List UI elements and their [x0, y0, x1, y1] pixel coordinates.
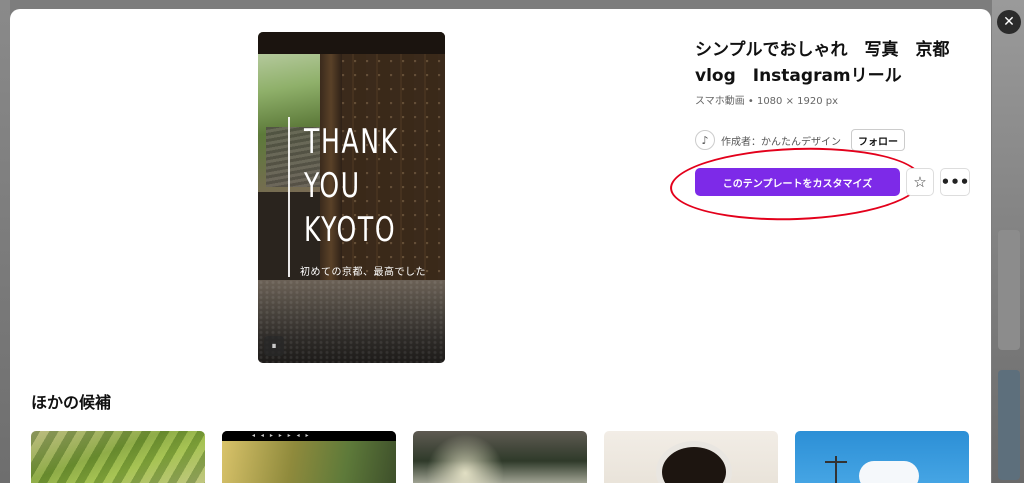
more-icon: •••: [940, 173, 970, 191]
preview-image-ground: [258, 280, 445, 363]
customize-template-button[interactable]: このテンプレートをカスタマイズ: [695, 168, 900, 196]
background-thumbnail: [998, 370, 1020, 480]
template-modal: THANK YOU KYOTO 初めての京都、最高でした ⏸ シンプルでおしゃれ…: [10, 9, 991, 483]
close-icon: ✕: [1003, 14, 1015, 30]
avatar-icon: ♪: [701, 133, 709, 147]
related-template-thumbnail[interactable]: ◂ ◂ ▸ ▸ ▸ ◂ ▸: [222, 431, 396, 483]
favorite-button[interactable]: ☆: [906, 168, 934, 196]
close-button[interactable]: ✕: [997, 10, 1021, 34]
related-template-thumbnail[interactable]: [413, 431, 587, 483]
related-template-thumbnail[interactable]: [31, 431, 205, 483]
backdrop-right: [992, 0, 1024, 483]
preview-divider-line: [288, 117, 290, 277]
pause-icon: ⏸: [271, 340, 277, 352]
star-icon: ☆: [913, 173, 927, 191]
preview-image-beam: [258, 32, 445, 54]
backdrop: [0, 0, 10, 483]
cloud-image: [859, 461, 919, 483]
template-format: スマホ動画 • 1080 × 1920 px: [695, 96, 839, 107]
more-options-button[interactable]: •••: [940, 168, 970, 196]
wire-image: [825, 461, 847, 463]
coffee-cup-image: [662, 447, 726, 483]
related-section-title: ほかの候補: [31, 393, 112, 412]
template-title: シンプルでおしゃれ 写真 京都 vlog Instagramリール: [695, 40, 950, 86]
thumbnail-image: [222, 441, 396, 483]
preview-caption: 初めての京都、最高でした: [300, 267, 426, 278]
related-template-thumbnail[interactable]: [604, 431, 778, 483]
author-avatar[interactable]: ♪: [695, 130, 715, 150]
thumbnail-toolbar: ◂ ◂ ▸ ▸ ▸ ◂ ▸: [222, 431, 396, 441]
preview-headline: THANK YOU KYOTO: [304, 122, 399, 250]
template-preview[interactable]: THANK YOU KYOTO 初めての京都、最高でした ⏸: [258, 32, 445, 363]
follow-button[interactable]: フォロー: [851, 129, 905, 151]
related-template-thumbnail[interactable]: [795, 431, 969, 483]
background-thumbnail: [998, 230, 1020, 350]
pause-button[interactable]: ⏸: [264, 336, 284, 356]
author-name[interactable]: 作成者：かんたんデザイン: [721, 133, 841, 148]
